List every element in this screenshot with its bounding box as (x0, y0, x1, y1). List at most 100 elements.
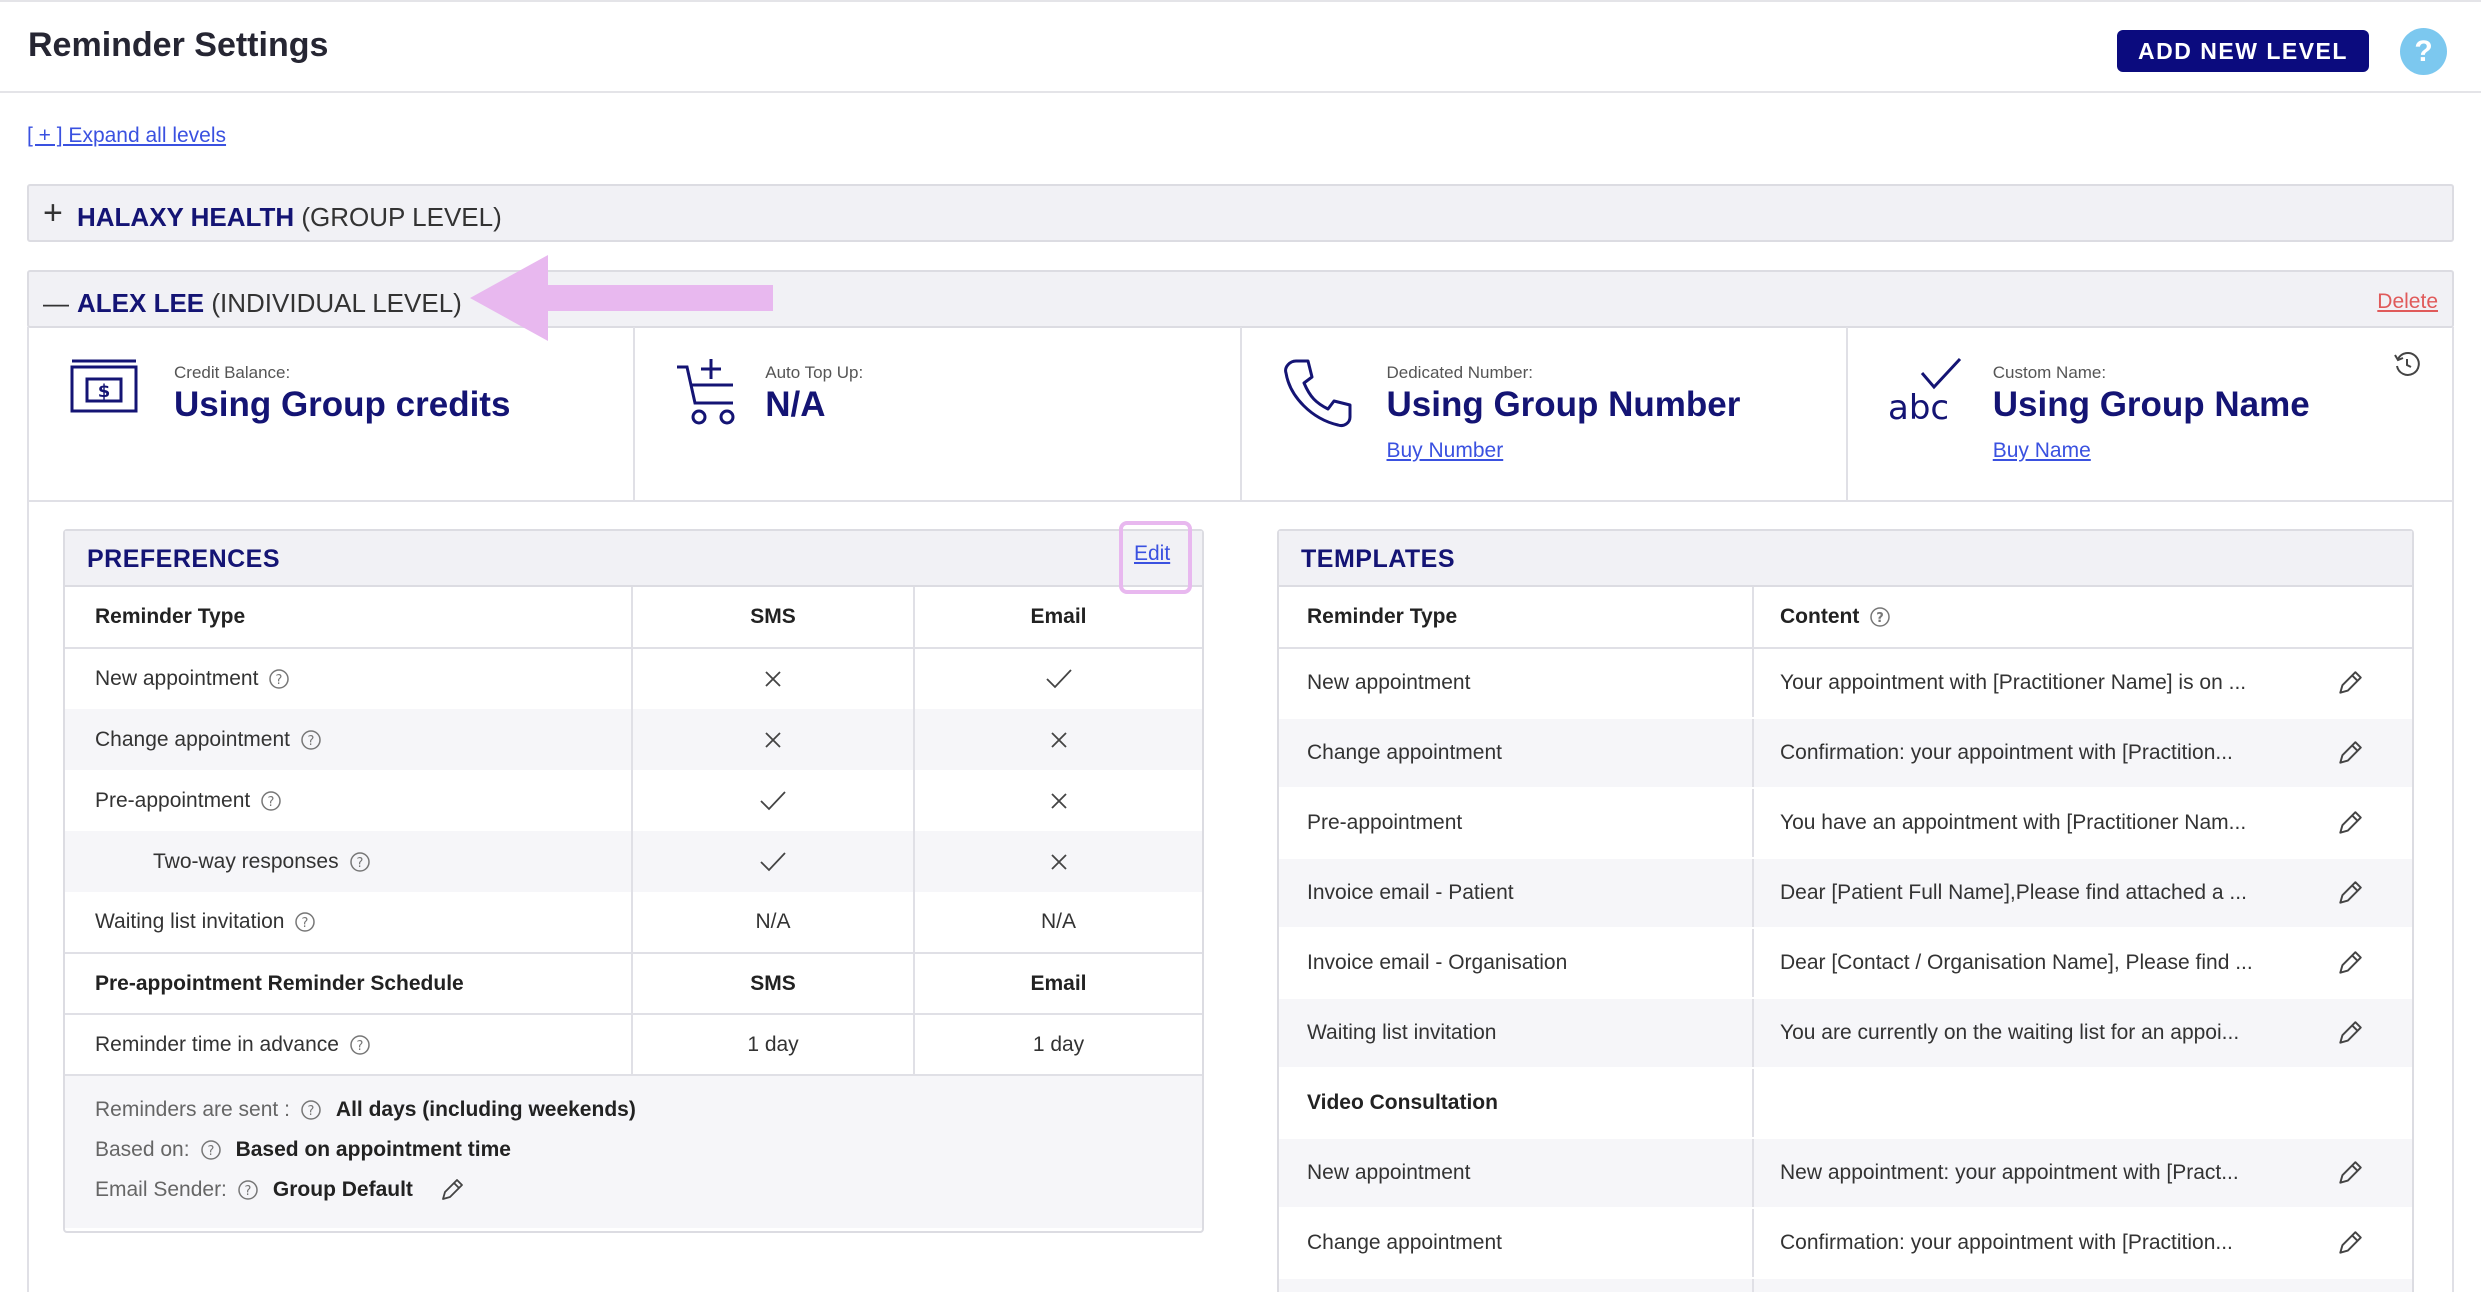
table-row: Change appointment? (65, 709, 1202, 770)
level-name: HALAXY HEALTH (77, 202, 295, 232)
preferences-title: PREFERENCES (87, 545, 281, 573)
collapse-icon[interactable]: — (43, 286, 69, 320)
level-title: ALEX LEE (INDIVIDUAL LEVEL) (77, 288, 462, 319)
level-name: ALEX LEE (77, 288, 205, 318)
templates-panel: TEMPLATES Reminder Type Content? New app… (1277, 529, 2414, 1292)
help-circle-icon[interactable]: ? (268, 668, 290, 690)
svg-text:?: ? (244, 1184, 251, 1199)
level-bar-group[interactable]: + HALAXY HEALTH (GROUP LEVEL) (27, 184, 2454, 242)
template-type: Pre-appointment (1279, 788, 1754, 859)
help-circle-icon[interactable]: ? (349, 1034, 371, 1056)
top-bar: Reminder Settings ADD NEW LEVEL ? (0, 0, 2481, 93)
col-email: Email (914, 587, 1202, 649)
dedicated-number-label: Dedicated Number: (1386, 363, 1533, 382)
email-sender-label: Email Sender: (95, 1178, 227, 1201)
history-icon[interactable] (2392, 349, 2422, 379)
help-circle-icon[interactable]: ? (349, 851, 371, 873)
table-row (1279, 1278, 2412, 1292)
buy-number-link[interactable]: Buy Number (1387, 439, 1504, 463)
custom-name-value: Using Group Name (1992, 385, 2310, 424)
pencil-icon[interactable] (2336, 1229, 2364, 1257)
add-new-level-button[interactable]: ADD NEW LEVEL (2117, 30, 2369, 72)
pencil-icon[interactable] (2336, 1159, 2364, 1187)
table-row: Waiting list invitation? N/A N/A (65, 892, 1202, 954)
template-content: You have an appointment with [Practition… (1780, 811, 2247, 835)
help-circle-icon[interactable]: ? (200, 1139, 222, 1161)
help-circle-icon[interactable]: ? (237, 1179, 259, 1201)
buy-name-link[interactable]: Buy Name (1993, 439, 2091, 463)
based-on-value: Based on appointment time (235, 1138, 511, 1161)
level-bar-individual[interactable]: — ALEX LEE (INDIVIDUAL LEVEL) Delete (27, 270, 2454, 328)
page-title: Reminder Settings (28, 26, 329, 64)
row-label: Change appointment (95, 727, 290, 751)
table-row: Two-way responses? (65, 831, 1202, 892)
template-type: New appointment (1279, 648, 1754, 719)
help-icon[interactable]: ? (2400, 28, 2447, 75)
table-row: New appointment New appointment: your ap… (1279, 1138, 2412, 1209)
section-video-consultation: Video Consultation (1279, 1068, 1754, 1139)
dedicated-number-card: Dedicated Number: Using Group Number Buy… (1242, 327, 1848, 500)
table-row: Pre-appointment? (65, 770, 1202, 831)
svg-text:?: ? (1877, 611, 1885, 626)
help-circle-icon[interactable]: ? (300, 729, 322, 751)
preferences-table: Reminder Type SMS Email New appointment?… (65, 587, 1202, 1076)
pencil-icon[interactable] (439, 1177, 465, 1203)
svg-text:$: $ (98, 381, 111, 402)
auto-top-up-label: Auto Top Up: (765, 363, 864, 382)
svg-text:?: ? (357, 1039, 364, 1054)
svg-text:?: ? (268, 795, 275, 810)
delete-level-link[interactable]: Delete (2377, 290, 2438, 314)
template-type: Invoice email - Patient (1279, 858, 1754, 929)
pencil-icon[interactable] (2336, 1019, 2364, 1047)
cart-add-icon (677, 359, 735, 425)
level-title: HALAXY HEALTH (GROUP LEVEL) (77, 202, 502, 233)
help-circle-icon[interactable]: ? (300, 1099, 322, 1121)
template-type: New appointment (1279, 1138, 1754, 1209)
credit-balance-value: Using Group credits (174, 385, 511, 424)
pencil-icon[interactable] (2336, 879, 2364, 907)
level-type: (GROUP LEVEL) (301, 202, 502, 232)
custom-name-card: abc Custom Name: Using Group Name Buy Na… (1848, 327, 2452, 500)
row-label: Pre-appointment (95, 788, 251, 812)
table-row: New appointment Your appointment with [P… (1279, 648, 2412, 719)
pencil-icon[interactable] (2336, 809, 2364, 837)
template-type: Invoice email - Organisation (1279, 928, 1754, 999)
phone-icon (1283, 359, 1351, 427)
help-circle-icon[interactable]: ? (294, 911, 316, 933)
templates-title: TEMPLATES (1301, 545, 1456, 573)
expand-all-levels-link[interactable]: [ + ] Expand all levels (27, 124, 226, 148)
abc-check-icon: abc (1888, 357, 1961, 425)
based-on-label: Based on: (95, 1138, 190, 1161)
expand-icon[interactable]: + (43, 196, 63, 230)
edit-preferences-link[interactable]: Edit (1134, 542, 1170, 566)
check-icon (760, 791, 786, 811)
template-content: Your appointment with [Practitioner Name… (1780, 671, 2247, 695)
col-content: Content (1780, 605, 1860, 628)
pencil-icon[interactable] (2336, 739, 2364, 767)
col-reminder-type: Reminder Type (1279, 587, 1754, 649)
preferences-header: PREFERENCES (65, 531, 1202, 587)
row-label: New appointment (95, 667, 259, 690)
sms-value: N/A (632, 892, 915, 954)
col-sms: SMS (632, 953, 915, 1015)
row-label: Two-way responses (153, 849, 339, 873)
dedicated-number-value: Using Group Number (1386, 385, 1741, 424)
template-content: Dear [Contact / Organisation Name], Plea… (1780, 951, 2253, 975)
template-content: Confirmation: your appointment with [Pra… (1780, 741, 2233, 765)
level-type: (INDIVIDUAL LEVEL) (211, 288, 462, 318)
reminders-sent-value: All days (including weekends) (335, 1098, 636, 1121)
help-circle-icon[interactable]: ? (1869, 606, 1891, 628)
info-row: $ Credit Balance: Using Group credits Au… (27, 327, 2454, 502)
svg-text:abc: abc (1888, 388, 1949, 425)
template-type: Waiting list invitation (1279, 998, 1754, 1069)
svg-text:?: ? (276, 673, 283, 688)
preferences-panel: PREFERENCES Reminder Type SMS Email New … (63, 529, 1204, 1233)
table-row: New appointment? (65, 648, 1202, 709)
sms-value: 1 day (632, 1014, 915, 1076)
help-circle-icon[interactable]: ? (260, 790, 282, 812)
auto-top-up-value: N/A (765, 385, 826, 424)
reminders-sent-label: Reminders are sent : (95, 1098, 290, 1121)
row-label: Reminder time in advance (95, 1032, 339, 1056)
pencil-icon[interactable] (2336, 949, 2364, 977)
pencil-icon[interactable] (2336, 669, 2364, 697)
